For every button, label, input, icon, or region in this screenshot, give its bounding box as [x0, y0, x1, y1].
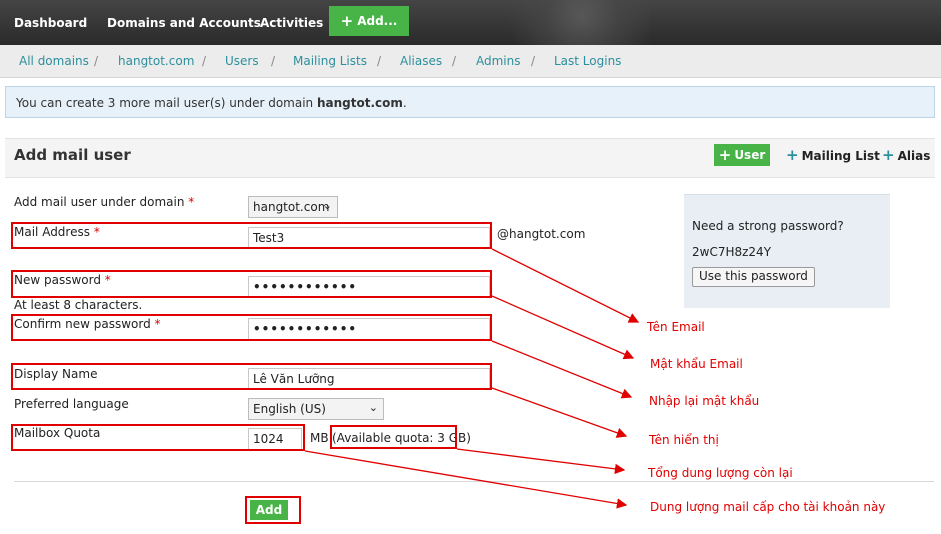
plus-icon: + [882, 146, 895, 164]
mailing-list-label: Mailing List [801, 149, 880, 163]
highlight-new-password [11, 270, 492, 298]
nav-dashboard[interactable]: Dashboard [14, 16, 87, 30]
info-message: You can create 3 more mail user(s) under… [5, 86, 935, 118]
annotation-confirm: Nhập lại mật khẩu [649, 394, 760, 408]
crumb-separator: / [531, 54, 536, 68]
breadcrumb: All domains / hangtot.com / Users / Mail… [0, 45, 941, 78]
annotation-display-name: Tên hiển thị [649, 433, 719, 447]
domain-select[interactable]: hangtot.com ⌄ [248, 196, 338, 218]
top-nav-bar: Dashboard Domains and Accounts Activitie… [0, 0, 941, 45]
highlight-add-button [245, 496, 301, 524]
highlight-mailbox-quota [11, 424, 305, 451]
crumb-separator: / [202, 54, 207, 68]
plus-icon: + [340, 11, 354, 30]
domain-label-text: Add mail user under domain [14, 195, 185, 209]
add-alias-link[interactable]: + Alias [882, 146, 931, 164]
annotation-quota: Dung lượng mail cấp cho tài khoản này [650, 500, 886, 514]
crumb-separator: / [271, 54, 276, 68]
crumb-mailing-lists[interactable]: Mailing Lists [293, 54, 367, 68]
language-select[interactable]: English (US) ⌄ [248, 398, 384, 420]
domain-label: Add mail user under domain * [14, 195, 194, 209]
crumb-all-domains[interactable]: All domains [19, 54, 89, 68]
add-user-button[interactable]: + User [714, 144, 770, 166]
highlight-mail-address [11, 222, 492, 249]
chevron-down-icon: ⌄ [322, 199, 332, 212]
suggested-password: 2wC7H8z24Y [692, 245, 772, 259]
crumb-admins[interactable]: Admins [476, 54, 521, 68]
domain-select-value: hangtot.com [253, 200, 330, 214]
add-user-label: User [734, 148, 766, 162]
password-hint: At least 8 characters. [14, 298, 143, 312]
crumb-separator: / [377, 54, 382, 68]
crumb-separator: / [94, 54, 99, 68]
language-select-value: English (US) [253, 402, 326, 416]
chevron-down-icon: ⌄ [368, 401, 378, 414]
strong-password-title: Need a strong password? [692, 219, 844, 233]
nav-activities[interactable]: Activities [260, 16, 323, 30]
crumb-users[interactable]: Users [225, 54, 259, 68]
highlight-confirm-password [11, 314, 492, 341]
add-mailing-list-link[interactable]: + Mailing List [786, 146, 880, 164]
annotation-password: Mật khẩu Email [650, 357, 743, 371]
crumb-last-logins[interactable]: Last Logins [554, 54, 621, 68]
plus-icon: + [718, 145, 732, 164]
language-label: Preferred language [14, 397, 129, 411]
page-title: Add mail user [14, 146, 131, 164]
form-divider [14, 481, 934, 482]
info-suffix: . [402, 96, 407, 110]
gear-decoration [480, 0, 650, 45]
highlight-display-name [11, 363, 492, 390]
info-domain: hangtot.com [316, 96, 403, 110]
annotation-available-quota: Tổng dung lượng còn lại [648, 466, 793, 480]
plus-icon: + [786, 146, 799, 164]
nav-add-button[interactable]: + Add... [329, 6, 409, 36]
highlight-available-quota [330, 425, 457, 449]
crumb-separator: / [452, 54, 457, 68]
crumb-domain[interactable]: hangtot.com [118, 54, 194, 68]
annotation-email: Tên Email [647, 320, 705, 334]
mail-domain-suffix: @hangtot.com [497, 227, 586, 241]
nav-domains-accounts[interactable]: Domains and Accounts [107, 16, 261, 30]
crumb-aliases[interactable]: Aliases [400, 54, 442, 68]
info-prefix: You can create 3 more mail user(s) under… [16, 96, 317, 110]
use-password-button[interactable]: Use this password [692, 267, 815, 287]
quota-unit: MB [310, 431, 329, 445]
alias-label: Alias [897, 149, 931, 163]
nav-add-label: Add... [357, 14, 398, 28]
required-mark: * [188, 195, 195, 209]
